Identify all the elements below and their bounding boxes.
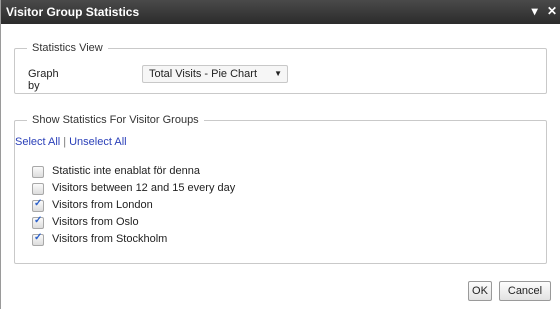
visitor-groups-legend: Show Statistics For Visitor Groups xyxy=(32,114,199,126)
checkmark-icon: ✓ xyxy=(34,215,43,226)
visitor-group-checkbox[interactable]: ✓ xyxy=(32,215,44,229)
graph-by-selected-value: Total Visits - Pie Chart xyxy=(149,68,258,80)
link-separator: | xyxy=(63,136,67,148)
visitor-group-checkbox[interactable]: ✓ xyxy=(32,198,44,212)
graph-by-select[interactable]: Total Visits - Pie Chart ▼ xyxy=(142,65,288,83)
visitor-group-label: Visitors between 12 and 15 every day xyxy=(52,182,236,194)
chevron-down-icon: ▼ xyxy=(274,69,282,78)
checkmark-icon: ✓ xyxy=(34,232,43,243)
visitor-group-label: Visitors from London xyxy=(52,199,153,211)
visitor-group-label: Visitors from Stockholm xyxy=(52,233,168,245)
visitor-group-label: Visitors from Oslo xyxy=(52,216,139,228)
titlebar-controls: ▾ ✕ xyxy=(526,4,557,18)
graph-by-label: Graph by xyxy=(28,68,59,92)
checkmark-icon: ✓ xyxy=(34,198,43,209)
select-links: Select All | Unselect All xyxy=(15,136,127,148)
visitor-group-checkbox[interactable]: ✓ xyxy=(32,232,44,246)
cancel-button[interactable]: Cancel xyxy=(499,281,551,301)
close-icon[interactable]: ✕ xyxy=(547,4,557,18)
visitor-group-checkbox[interactable] xyxy=(32,183,44,195)
select-all-link[interactable]: Select All xyxy=(15,136,60,148)
collapse-icon[interactable]: ▾ xyxy=(532,4,538,18)
statistics-view-legend: Statistics View xyxy=(32,42,103,54)
dialog-title: Visitor Group Statistics xyxy=(6,5,140,19)
unselect-all-link[interactable]: Unselect All xyxy=(69,136,126,148)
dialog-titlebar: Visitor Group Statistics ▾ ✕ xyxy=(1,0,560,24)
visitor-group-checkbox[interactable] xyxy=(32,166,44,178)
visitor-group-label: Statistic inte enablat för denna xyxy=(52,165,200,177)
ok-button[interactable]: OK xyxy=(468,281,492,301)
visitor-group-statistics-dialog: Visitor Group Statistics ▾ ✕ Statistics … xyxy=(0,0,560,309)
